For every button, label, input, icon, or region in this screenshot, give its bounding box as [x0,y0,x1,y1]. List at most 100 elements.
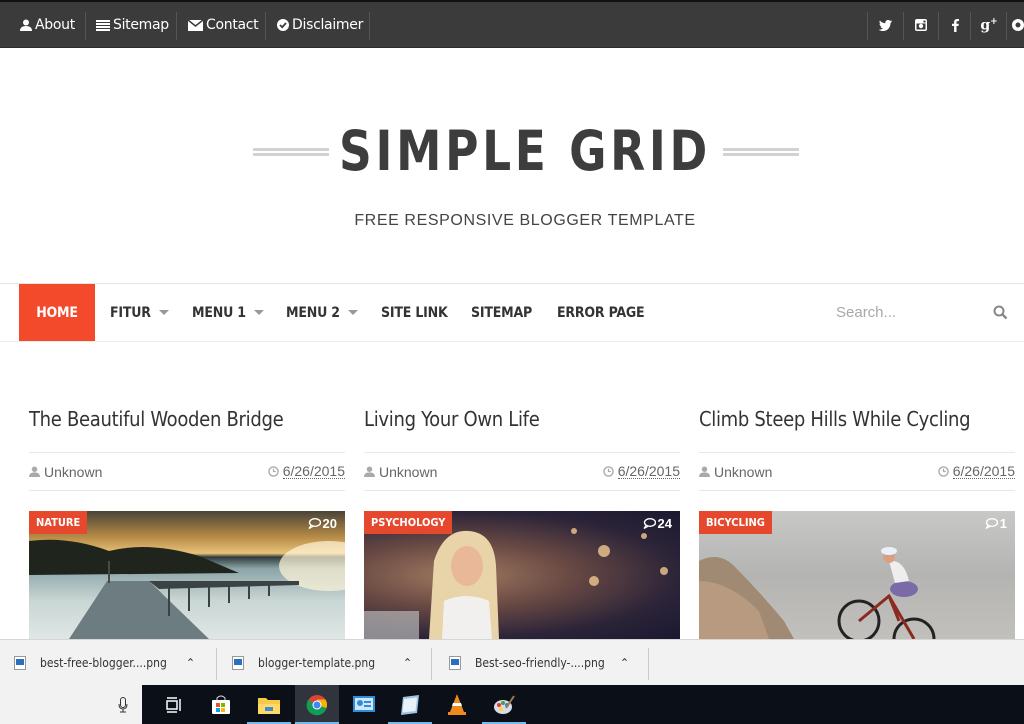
pinterest-icon [1012,19,1024,31]
nav-item-site-link[interactable]: SITE LINK [381,284,448,341]
paint-icon [494,694,515,714]
post-date[interactable]: 6/26/2015 [952,464,1015,479]
nav-item-menu-2[interactable]: MENU 2 [286,284,358,341]
top-link-disclaimer[interactable]: Disclaimer [277,2,363,48]
taskbar-notepad[interactable] [388,685,432,724]
top-link-label: Contact [206,17,259,33]
instagram-link[interactable] [904,2,938,48]
comment-count[interactable]: 24 [643,516,672,531]
image-file-icon [232,656,244,670]
facebook-icon [951,18,959,32]
divider [1006,12,1007,40]
envelope-icon [188,19,203,31]
category-badge[interactable]: PSYCHOLOGY [364,511,453,534]
remote-desktop-icon [353,695,375,712]
post-card: Climb Steep Hills While Cycling Unknown … [699,395,1015,639]
taskbar-task-view[interactable] [152,685,196,724]
site-title[interactable]: SIMPLE GRID [42,119,1008,183]
nav-label: SITE LINK [381,304,448,321]
divider [216,648,217,680]
microphone-icon[interactable] [118,697,128,713]
notepad-icon [401,694,419,715]
comment-count[interactable]: 1 [985,516,1007,531]
top-link-contact[interactable]: Contact [188,2,259,48]
taskbar-chrome[interactable] [295,685,339,724]
site-header: SIMPLE GRID FREE RESPONSIVE BLOGGER TEMP… [0,48,1024,283]
download-filename: Best-seo-friendly-....png [475,656,605,670]
image-file-icon [449,656,461,670]
search-input[interactable] [836,284,1016,341]
top-bar: About Sitemap Contact Disclaimer g+ [0,0,1024,48]
nav-label: SITEMAP [471,304,533,321]
comment-count-value: 24 [657,516,672,531]
top-link-label: Sitemap [113,17,169,33]
post-meta: Unknown 6/26/2015 [364,453,680,491]
cortana-search-box[interactable] [0,685,142,724]
post-author[interactable]: Unknown [44,464,102,480]
post-title[interactable]: Living Your Own Life [364,395,680,453]
post-date[interactable]: 6/26/2015 [617,464,680,479]
taskbar-vlc[interactable] [435,685,479,724]
site-description: FREE RESPONSIVE BLOGGER TEMPLATE [354,212,696,229]
chevron-up-icon[interactable]: ⌃ [403,656,412,670]
image-file-icon [14,656,26,670]
taskbar-remote-desktop[interactable] [342,685,386,724]
nav-item-sitemap[interactable]: SITEMAP [471,284,532,341]
caret-down-icon [347,310,358,315]
check-circle-icon [277,19,289,31]
comment-count[interactable]: 20 [308,516,337,531]
post-title[interactable]: The Beautiful Wooden Bridge [29,395,345,453]
comment-count-value: 20 [322,516,337,531]
nav-item-menu-1[interactable]: MENU 1 [192,284,264,341]
top-link-about[interactable]: About [20,2,75,48]
google-plus-link[interactable]: g+ [972,2,1006,48]
divider [648,648,649,680]
taskbar [0,685,1024,724]
clock-icon [602,466,614,477]
twitter-link[interactable] [868,2,902,48]
divider [369,12,370,40]
caret-down-icon [158,310,169,315]
post-date[interactable]: 6/26/2015 [282,464,345,479]
download-item[interactable]: best-free-blogger....png ⌃ [14,640,210,686]
divider [176,12,177,40]
downloads-bar: best-free-blogger....png ⌃ blogger-templ… [0,639,1024,685]
nav-item-fitur[interactable]: FITUR [110,284,169,341]
download-item[interactable]: Best-seo-friendly-....png ⌃ [449,640,645,686]
nav-item-error-page[interactable]: ERROR PAGE [557,284,645,341]
pinterest-link[interactable] [1008,2,1024,48]
nav-item-home[interactable]: HOME [19,284,95,341]
taskbar-file-explorer[interactable] [247,685,291,724]
comment-icon [643,518,656,529]
user-icon [699,466,710,477]
taskbar-paint[interactable] [482,685,526,724]
clock-icon [937,466,949,477]
post-thumbnail[interactable]: PSYCHOLOGY 24 [364,511,680,639]
user-icon [20,19,32,31]
post-card: Living Your Own Life Unknown 6/26/2015 P… [364,395,680,639]
top-link-sitemap[interactable]: Sitemap [96,2,169,48]
post-meta: Unknown 6/26/2015 [699,453,1015,491]
nav-label: ERROR PAGE [557,304,645,321]
post-author[interactable]: Unknown [714,464,772,480]
top-link-label: About [35,17,75,33]
google-plus-icon: g+ [980,16,998,34]
facebook-link[interactable] [938,2,972,48]
search-icon[interactable] [993,305,1008,320]
top-link-label: Disclaimer [292,17,364,33]
twitter-icon [878,19,892,31]
post-author[interactable]: Unknown [379,464,437,480]
chevron-up-icon[interactable]: ⌃ [620,656,629,670]
comment-icon [308,518,321,529]
post-thumbnail[interactable]: NATURE 20 [29,511,345,639]
taskbar-store[interactable] [199,685,243,724]
comment-icon [985,518,998,529]
post-thumbnail[interactable]: BICYCLING 1 [699,511,1015,639]
chevron-up-icon[interactable]: ⌃ [186,656,195,670]
store-icon [212,695,230,714]
download-item[interactable]: blogger-template.png ⌃ [232,640,428,686]
category-badge[interactable]: NATURE [29,511,88,534]
caret-down-icon [253,310,264,315]
category-badge[interactable]: BICYCLING [699,511,772,534]
post-title[interactable]: Climb Steep Hills While Cycling [699,395,1015,453]
